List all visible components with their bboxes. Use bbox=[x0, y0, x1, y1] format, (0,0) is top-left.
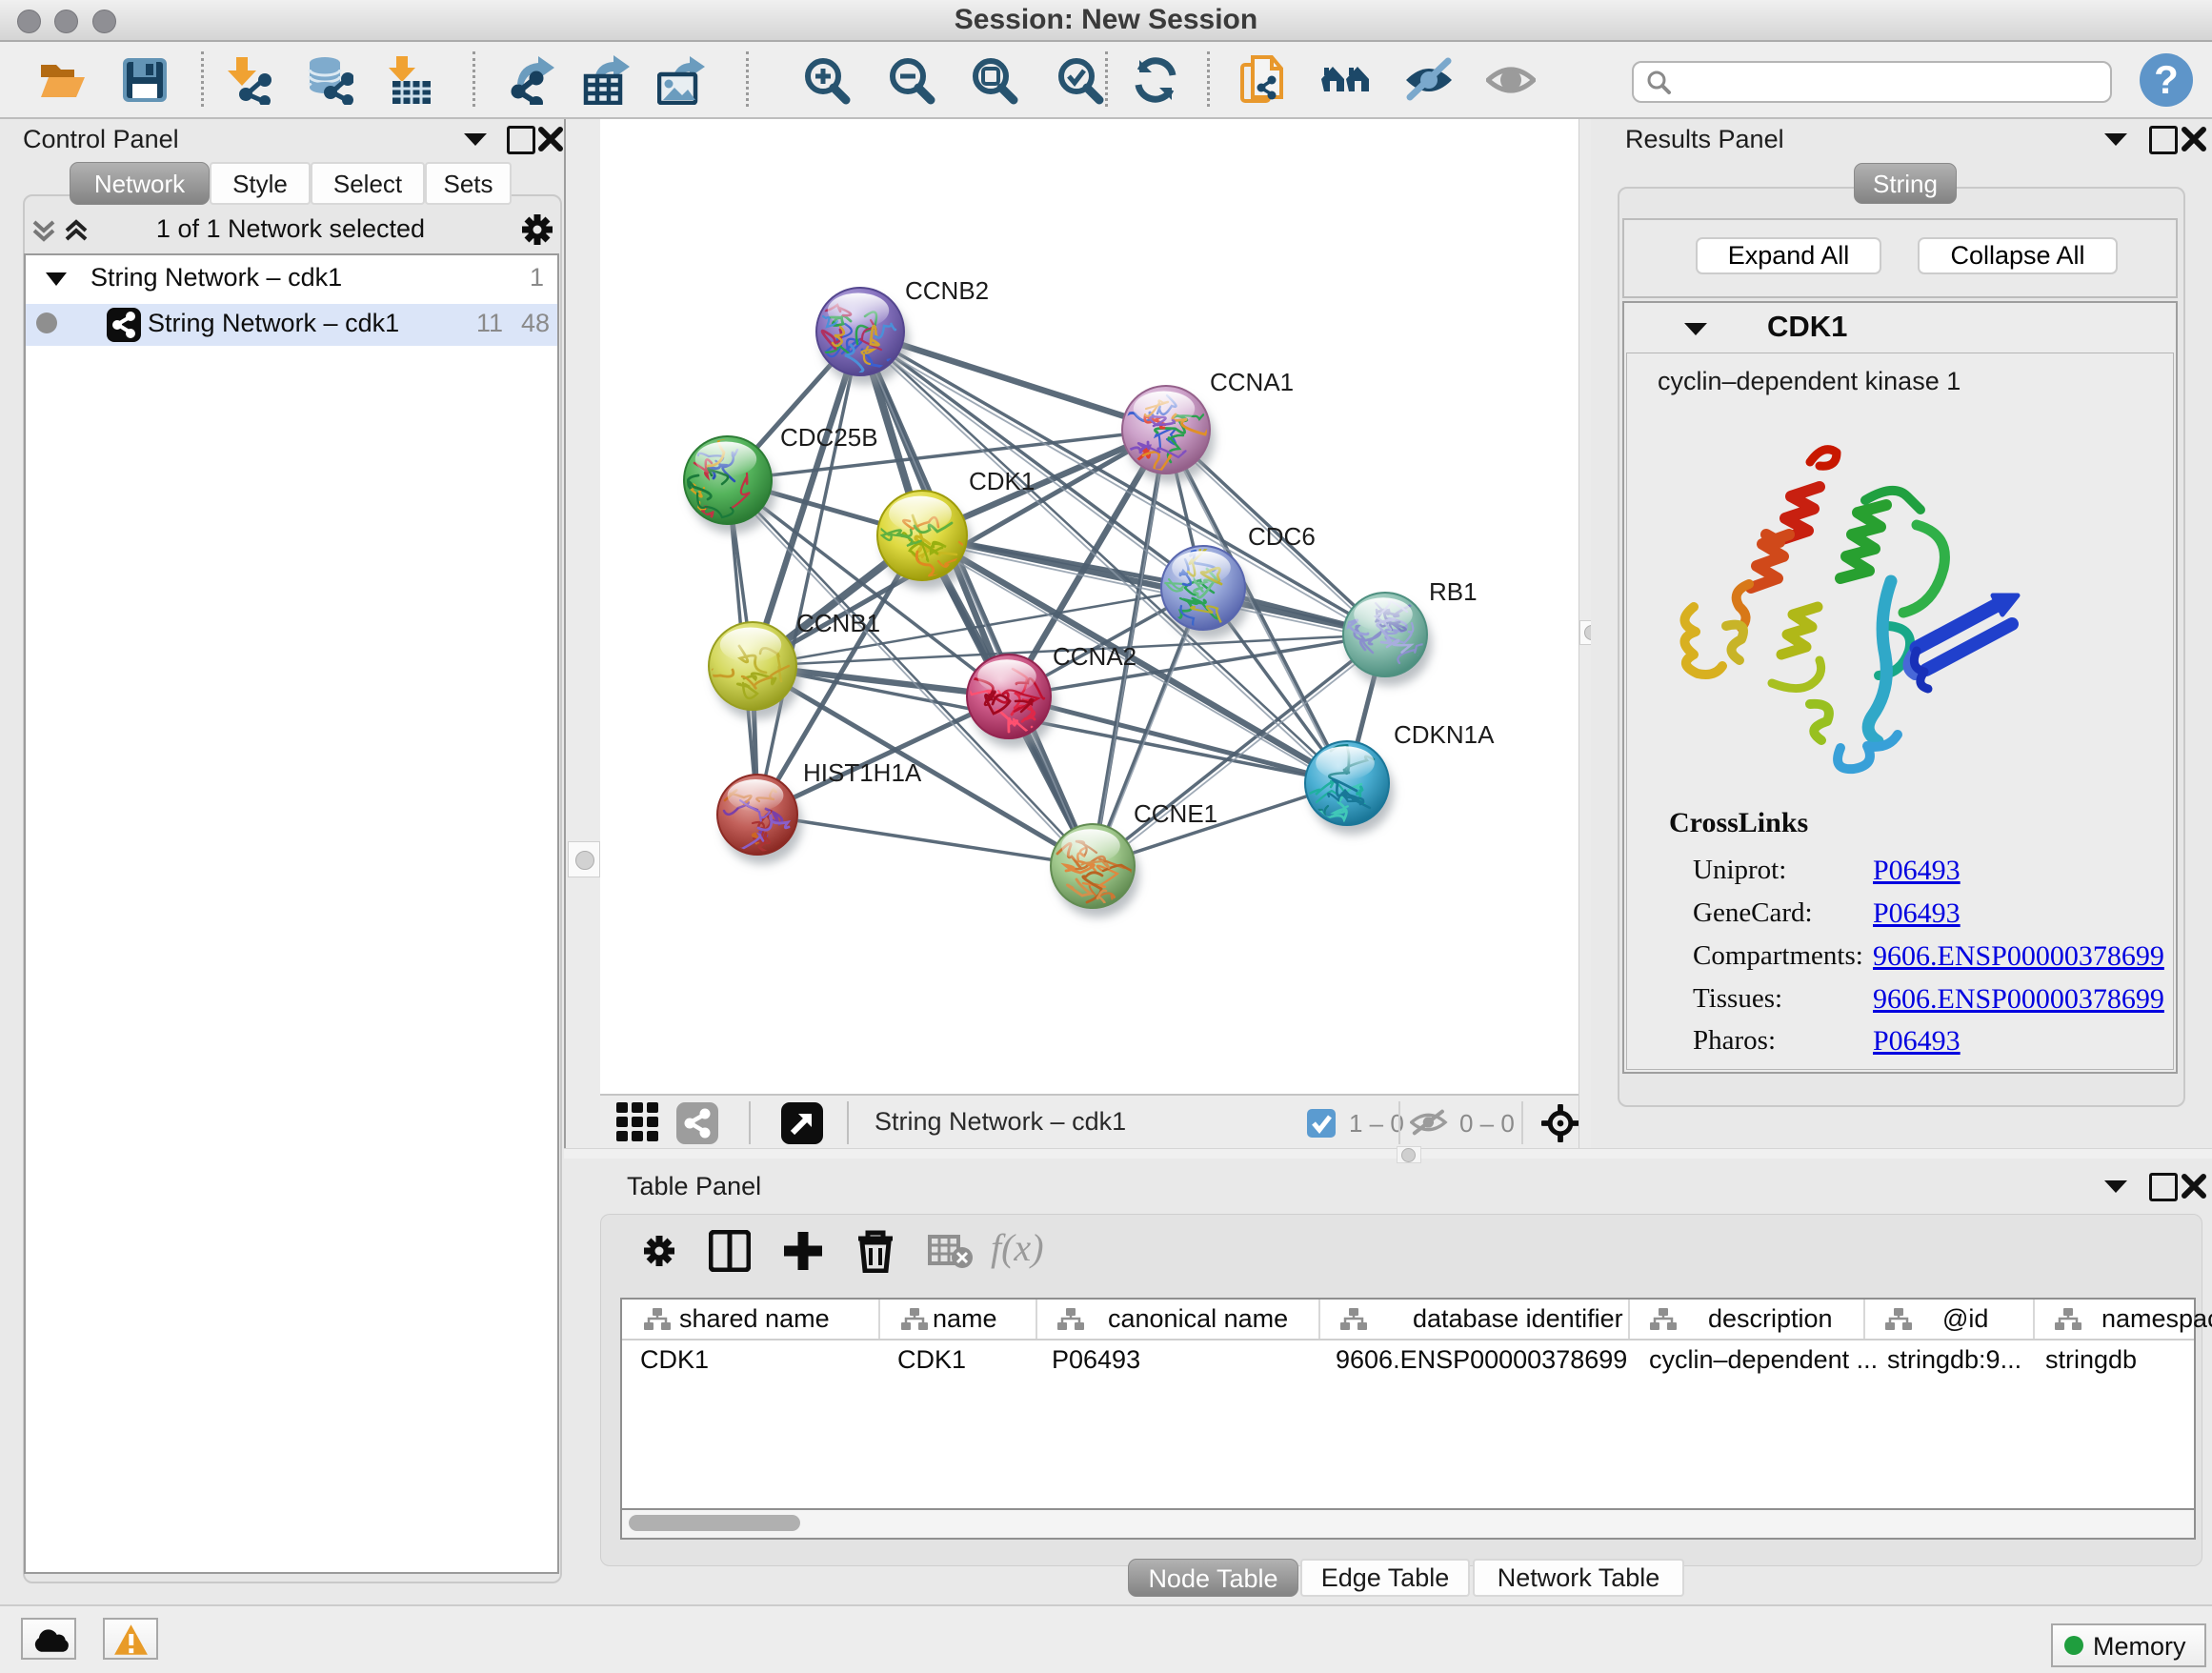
svg-text:CCNA2: CCNA2 bbox=[1053, 642, 1136, 671]
svg-text:CCNB2: CCNB2 bbox=[905, 276, 989, 305]
svg-text:CDKN1A: CDKN1A bbox=[1394, 720, 1495, 749]
svg-text:CDC6: CDC6 bbox=[1248, 522, 1316, 551]
svg-text:?: ? bbox=[2154, 57, 2179, 102]
svg-text:CCNA1: CCNA1 bbox=[1210, 368, 1294, 396]
svg-text:CCNE1: CCNE1 bbox=[1134, 799, 1217, 828]
svg-text:CCNB1: CCNB1 bbox=[796, 609, 880, 637]
svg-text:CDC25B: CDC25B bbox=[780, 423, 878, 452]
svg-text:CDK1: CDK1 bbox=[969, 467, 1035, 495]
svg-text:RB1: RB1 bbox=[1429, 577, 1478, 606]
svg-text:HIST1H1A: HIST1H1A bbox=[803, 758, 922, 787]
